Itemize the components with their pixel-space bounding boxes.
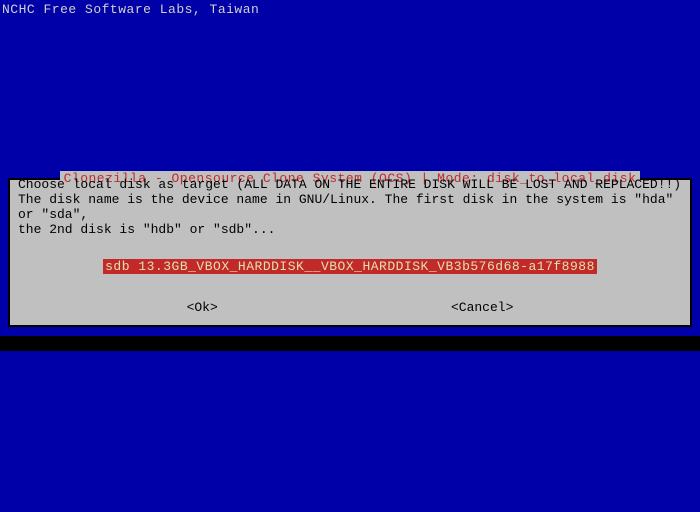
body-line: the 2nd disk is "hdb" or "sdb"...	[18, 222, 682, 237]
shadow-bar	[0, 336, 700, 351]
dialog-buttons: <Ok> <Cancel>	[10, 282, 690, 325]
page-header: NCHC Free Software Labs, Taiwan	[0, 0, 700, 19]
disk-list[interactable]: sdb 13.3GB_VBOX_HARDDISK__VBOX_HARDDISK_…	[10, 241, 690, 282]
cancel-button[interactable]: <Cancel>	[451, 300, 513, 315]
dialog-body: Choose local disk as target (ALL DATA ON…	[10, 171, 690, 241]
disk-option-selected[interactable]: sdb 13.3GB_VBOX_HARDDISK__VBOX_HARDDISK_…	[103, 259, 597, 274]
ok-button[interactable]: <Ok>	[187, 300, 218, 315]
body-line: The disk name is the device name in GNU/…	[18, 192, 682, 222]
target-disk-dialog: Clonezilla - Opensource Clone System (OC…	[8, 178, 692, 327]
body-line: Choose local disk as target (ALL DATA ON…	[18, 177, 682, 192]
